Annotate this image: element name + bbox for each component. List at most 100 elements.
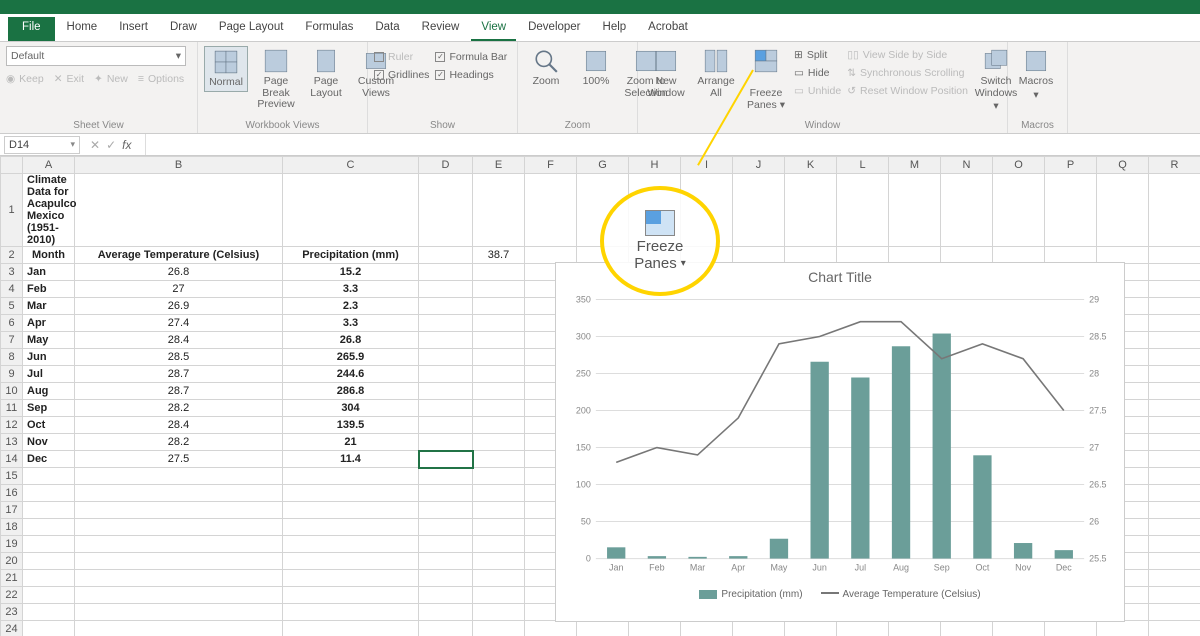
cell[interactable] [889,247,941,264]
cell[interactable] [1149,264,1200,281]
cell[interactable]: 3.3 [283,315,419,332]
row-header[interactable]: 15 [1,468,23,485]
row-header[interactable]: 18 [1,519,23,536]
cell[interactable] [525,247,577,264]
cell[interactable] [419,264,473,281]
cell[interactable] [23,485,75,502]
row-header[interactable]: 16 [1,485,23,502]
cell[interactable] [419,247,473,264]
cell[interactable] [419,417,473,434]
cell[interactable] [1149,519,1200,536]
cell[interactable] [283,604,419,621]
cell[interactable] [23,502,75,519]
cell[interactable] [1149,174,1200,247]
cell[interactable] [1149,570,1200,587]
col-header[interactable]: R [1149,157,1200,174]
col-header[interactable]: C [283,157,419,174]
tab-developer[interactable]: Developer [518,17,590,41]
cell[interactable] [23,519,75,536]
row-header[interactable]: 21 [1,570,23,587]
cell[interactable] [785,174,837,247]
cell[interactable] [75,174,283,247]
cell[interactable] [1149,366,1200,383]
cell[interactable]: Precipitation (mm) [283,247,419,264]
cell[interactable] [283,174,419,247]
row-header[interactable]: 8 [1,349,23,366]
side-by-side-button[interactable]: ▯▯ View Side by Side [847,48,968,62]
cell[interactable] [473,298,525,315]
cell[interactable] [283,468,419,485]
tab-home[interactable]: Home [57,17,108,41]
keep-button[interactable]: ◉ Keep [6,72,44,86]
cell[interactable] [889,174,941,247]
cell[interactable] [785,621,837,636]
row-header[interactable]: 23 [1,604,23,621]
cell[interactable] [1097,621,1149,636]
cell[interactable] [75,468,283,485]
cell[interactable] [419,519,473,536]
options-button[interactable]: ≡ Options [138,72,184,86]
col-header[interactable]: L [837,157,889,174]
cell[interactable] [473,502,525,519]
cell[interactable] [629,621,681,636]
cell[interactable]: 28.2 [75,400,283,417]
tab-help[interactable]: Help [593,17,637,41]
cell[interactable] [993,247,1045,264]
cell[interactable] [23,536,75,553]
cell[interactable]: Oct [23,417,75,434]
cell[interactable] [75,502,283,519]
cell[interactable] [75,621,283,636]
row-header[interactable]: 14 [1,451,23,468]
cell[interactable] [75,485,283,502]
cell[interactable] [1149,434,1200,451]
row-header[interactable]: 10 [1,383,23,400]
cell[interactable]: 28.7 [75,383,283,400]
row-header[interactable]: 24 [1,621,23,636]
cell[interactable] [733,621,785,636]
page-layout-button[interactable]: Page Layout [304,46,348,101]
cell[interactable] [419,383,473,400]
tab-data[interactable]: Data [365,17,409,41]
cell[interactable]: 26.9 [75,298,283,315]
gridlines-checkbox[interactable]: Gridlines [374,68,429,82]
tab-draw[interactable]: Draw [160,17,207,41]
col-header[interactable]: H [629,157,681,174]
cell[interactable]: 21 [283,434,419,451]
cell[interactable] [941,621,993,636]
formula-input[interactable] [145,134,1200,155]
cell[interactable] [837,247,889,264]
cell[interactable] [473,519,525,536]
col-header[interactable]: E [473,157,525,174]
cell[interactable] [419,332,473,349]
cell[interactable] [75,587,283,604]
cell[interactable] [473,264,525,281]
cell[interactable] [473,570,525,587]
cell[interactable] [419,502,473,519]
cell[interactable] [941,247,993,264]
col-header[interactable]: N [941,157,993,174]
cell[interactable] [419,604,473,621]
cell[interactable] [1149,621,1200,636]
cell[interactable] [1149,417,1200,434]
cell[interactable]: 304 [283,400,419,417]
cell[interactable]: Month [23,247,75,264]
cell[interactable]: 2.3 [283,298,419,315]
cell[interactable] [419,434,473,451]
cell[interactable] [473,383,525,400]
row-header[interactable]: 3 [1,264,23,281]
cell[interactable] [419,400,473,417]
col-header[interactable]: M [889,157,941,174]
sheet-view-select[interactable]: Default▾ [6,46,186,66]
col-header[interactable]: G [577,157,629,174]
cell[interactable]: 15.2 [283,264,419,281]
cell[interactable] [283,570,419,587]
cell[interactable] [1149,332,1200,349]
cell[interactable]: 27.4 [75,315,283,332]
cell[interactable]: Jul [23,366,75,383]
cell[interactable] [473,587,525,604]
unhide-button[interactable]: ▭ Unhide [794,84,841,98]
cell[interactable]: 3.3 [283,281,419,298]
cell[interactable] [473,315,525,332]
cell[interactable] [419,468,473,485]
zoom-100-button[interactable]: 100% [574,46,618,90]
